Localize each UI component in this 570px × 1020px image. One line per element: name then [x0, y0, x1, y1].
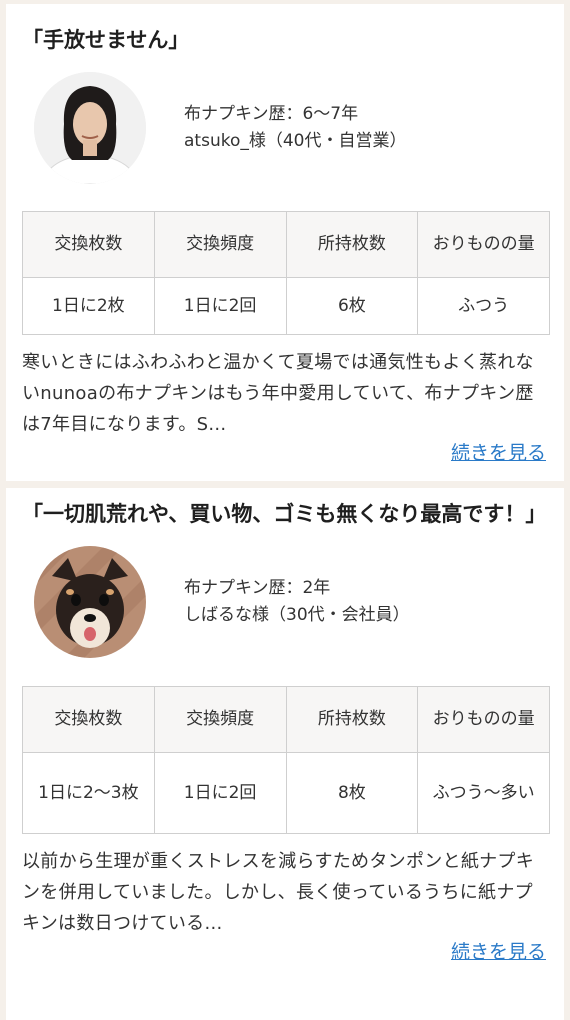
col-header: 交換頻度	[153, 686, 287, 753]
reviewer-meta: 布ナプキン歴：6〜7年 atsuko_様（40代・自営業）	[184, 101, 407, 155]
reviewer-name: しばるな様（30代・会社員）	[184, 605, 410, 625]
review-excerpt: 以前から生理が重くストレスを減らすためタンポンと紙ナプキンを併用していました。し…	[22, 851, 535, 934]
col-header: 交換枚数	[22, 686, 155, 753]
col-header: 交換枚数	[22, 211, 155, 278]
reviewer-profile: 布ナプキン歴：6〜7年 atsuko_様（40代・自営業）	[22, 72, 548, 184]
avatar	[34, 546, 146, 658]
table-cell: 1日に2回	[153, 277, 287, 335]
usage-table: 交換枚数 交換頻度 所持枚数 おりものの量 1日に2枚 1日に2回 6枚 ふつう	[22, 211, 550, 335]
review-card: 「手放せません」 布ナプキン歴：6〜7年 atsuko_様（40代・自営業） 交…	[6, 4, 564, 481]
col-header: 交換頻度	[153, 211, 287, 278]
review-excerpt: 寒いときにはふわふわと温かくて夏場では通気性もよく蒸れないnunoaの布ナプキン…	[22, 352, 534, 435]
col-header: おりものの量	[417, 686, 550, 753]
col-header: おりものの量	[417, 211, 550, 278]
read-more-link[interactable]: 続きを見る	[22, 939, 546, 965]
table-cell: ふつう	[417, 277, 550, 335]
table-header-row: 交換枚数 交換頻度 所持枚数 おりものの量	[22, 686, 550, 753]
napkin-history: 布ナプキン歴：6〜7年	[184, 104, 359, 124]
table-row: 1日に2枚 1日に2回 6枚 ふつう	[22, 277, 550, 335]
table-cell: 6枚	[285, 277, 419, 335]
table-cell: 8枚	[285, 752, 419, 834]
table-cell: 1日に2回	[153, 752, 287, 834]
table-cell: 1日に2枚	[22, 277, 155, 335]
table-cell: 1日に2〜3枚	[22, 752, 155, 834]
review-title: 「手放せません」	[22, 28, 190, 52]
usage-table: 交換枚数 交換頻度 所持枚数 おりものの量 1日に2〜3枚 1日に2回 8枚 ふ…	[22, 686, 550, 834]
table-row: 1日に2〜3枚 1日に2回 8枚 ふつう〜多い	[22, 752, 550, 834]
review-card: 「一切肌荒れや、買い物、ゴミも無くなり最高です！」 布ナプキン歴：2年 しばるな…	[6, 488, 564, 1020]
table-cell: ふつう〜多い	[417, 752, 550, 834]
table-header-row: 交換枚数 交換頻度 所持枚数 おりものの量	[22, 211, 550, 278]
napkin-history: 布ナプキン歴：2年	[184, 578, 331, 598]
col-header: 所持枚数	[285, 686, 419, 753]
col-header: 所持枚数	[285, 211, 419, 278]
read-more-link[interactable]: 続きを見る	[22, 440, 546, 466]
reviewer-meta: 布ナプキン歴：2年 しばるな様（30代・会社員）	[184, 575, 410, 629]
avatar	[34, 72, 146, 184]
review-title: 「一切肌荒れや、買い物、ゴミも無くなり最高です！」	[22, 502, 547, 526]
reviewer-profile: 布ナプキン歴：2年 しばるな様（30代・会社員）	[22, 546, 548, 658]
reviewer-name: atsuko_様（40代・自営業）	[184, 131, 407, 151]
